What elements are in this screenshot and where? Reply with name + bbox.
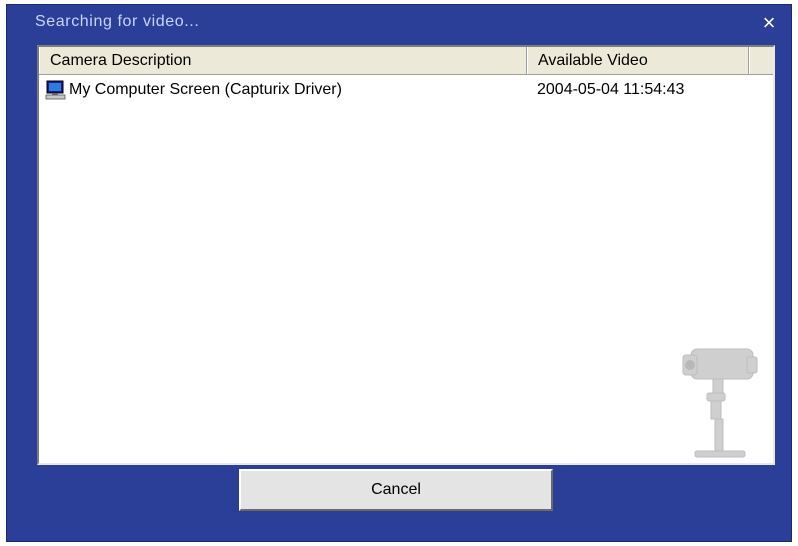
list-item[interactable]: My Computer Screen (Capturix Driver) 200… <box>39 77 773 103</box>
column-header-filler <box>749 47 773 74</box>
search-dialog: Searching for video... × Camera Descript… <box>6 4 792 542</box>
title-bar: Searching for video... × <box>7 5 791 37</box>
close-button[interactable]: × <box>757 12 781 34</box>
column-header-camera-description[interactable]: Camera Description <box>39 47 527 74</box>
security-camera-icon <box>677 331 767 461</box>
camera-list[interactable]: Camera Description Available Video My Co… <box>37 45 775 465</box>
camera-description-cell: My Computer Screen (Capturix Driver) <box>69 81 342 98</box>
window-title: Searching for video... <box>35 13 200 30</box>
column-header-available-video[interactable]: Available Video <box>527 47 749 74</box>
available-video-cell: 2004-05-04 11:54:43 <box>537 81 685 98</box>
list-header: Camera Description Available Video <box>39 47 773 75</box>
cancel-button[interactable]: Cancel <box>239 469 553 511</box>
monitor-icon <box>45 80 67 100</box>
